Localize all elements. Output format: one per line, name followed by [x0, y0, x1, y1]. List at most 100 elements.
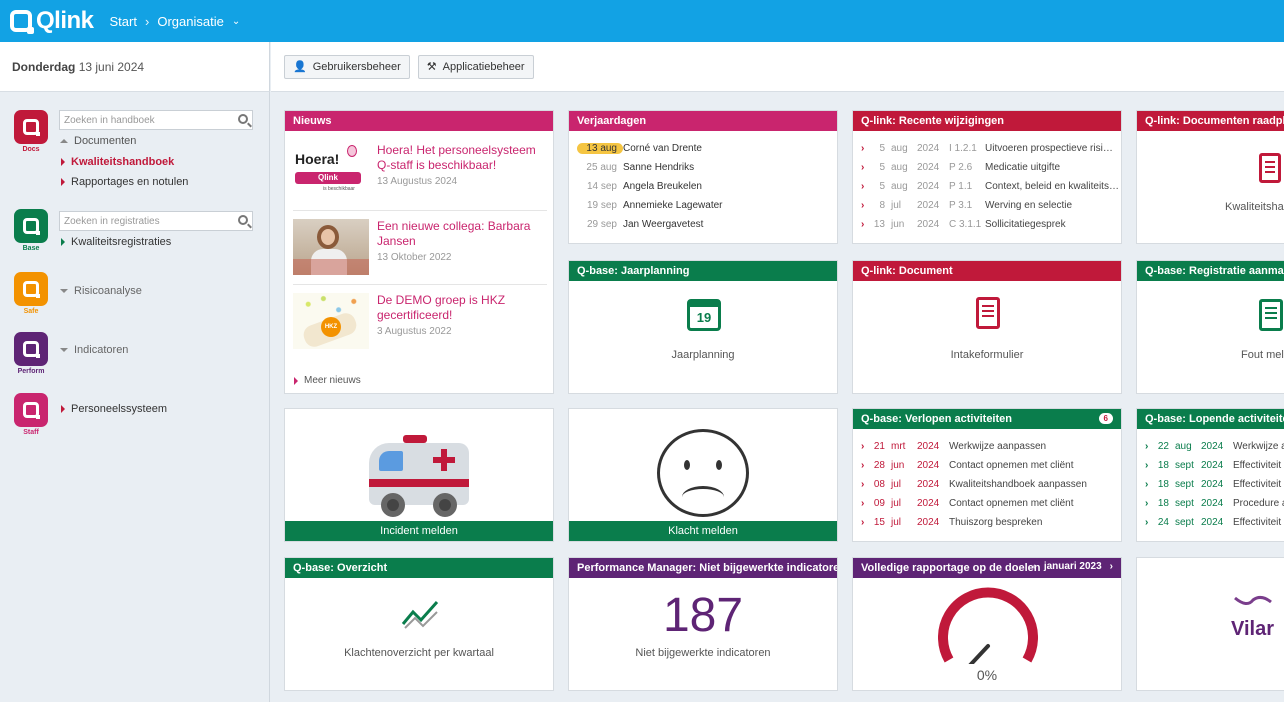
news-item-title[interactable]: De DEMO groep is HKZ gecertificeerd!	[377, 293, 549, 323]
incident-button[interactable]: Incident melden	[285, 521, 553, 541]
next-month-icon[interactable]: ›	[1110, 561, 1113, 572]
perform-module-label: Perform	[17, 368, 45, 375]
vilans-card[interactable]: Vilar	[1136, 557, 1284, 691]
complaint-button[interactable]: Klacht melden	[569, 521, 837, 541]
activity-row[interactable]: › 5 aug 2024 P 1.1 Context, beleid en kwalite…	[861, 177, 1119, 196]
nav-kwaliteitsregistraties[interactable]: Kwaliteitsregistraties	[61, 236, 171, 248]
row-month: aug	[891, 181, 908, 192]
activity-row[interactable]: › 22 aug 2024 Werkwijze aa	[1145, 437, 1284, 456]
staff-module-icon[interactable]	[14, 393, 48, 427]
registratie-card[interactable]: Q-base: Registratie aanmaken Fout mel	[1136, 260, 1284, 394]
perform-module-icon[interactable]	[14, 332, 48, 366]
complaint-card[interactable]: Klacht melden	[568, 408, 838, 542]
search-handbook-input[interactable]: Zoeken in handboek	[59, 110, 253, 130]
row-day: 21	[873, 441, 885, 452]
activity-row[interactable]: › 13 jun 2024 C 3.1.1 Sollicitatiegesprek	[861, 215, 1119, 234]
nav-rapportages[interactable]: Rapportages en notulen	[61, 176, 188, 188]
news-item-date: 3 Augustus 2022	[377, 326, 452, 337]
news-thumb-qstaff: Hoera! Qlink is beschikbaar	[293, 143, 369, 199]
vilans-logo-text: Vilar	[1231, 618, 1274, 640]
nav-indicatoren[interactable]: Indicatoren	[60, 344, 128, 356]
nav-personeelssysteem[interactable]: Personeelssysteem	[61, 403, 167, 415]
activity-row[interactable]: › 5 aug 2024 P 2.6 Medicatie uitgifte	[861, 158, 1119, 177]
docs-consult-title: Q-link: Documenten raadplegen	[1137, 111, 1284, 131]
ambulance-icon	[369, 435, 471, 517]
activity-row[interactable]: › 5 aug 2024 I 1.2.1 Uitvoeren prospectieve r…	[861, 139, 1119, 158]
activity-row[interactable]: › 18 sept 2024 Effectiviteit va	[1145, 475, 1284, 494]
incident-card[interactable]: Incident melden	[284, 408, 554, 542]
notepad-icon	[1259, 299, 1283, 331]
news-item[interactable]: HKZ De DEMO groep is HKZ gecertificeerd!…	[293, 293, 549, 349]
activity-row[interactable]: › 24 sept 2024 Effectiviteit va	[1145, 513, 1284, 532]
running-activities-title: Q-base: Lopende activiteiten	[1137, 409, 1284, 429]
row-text: Contact opnemen met cliënt	[949, 498, 1074, 509]
brand-name: Qlink	[36, 7, 94, 34]
birthday-month: sep	[600, 219, 617, 230]
arrow-right-icon: ›	[861, 143, 865, 154]
docs-module-icon[interactable]	[14, 110, 48, 144]
row-month: sept	[1175, 479, 1194, 490]
search-registraties-input[interactable]: Zoeken in registraties	[59, 211, 253, 231]
activity-row[interactable]: › 8 jul 2024 P 3.1 Werving en selectie	[861, 196, 1119, 215]
activity-row[interactable]: › 18 sept 2024 Procedure aa	[1145, 494, 1284, 513]
safe-module-icon[interactable]	[14, 272, 48, 306]
nav-documenten[interactable]: Documenten	[60, 135, 136, 147]
expired-activities-header: Q-base: Verlopen activiteiten 6	[853, 409, 1121, 429]
search-handbook-placeholder: Zoeken in handboek	[64, 114, 155, 126]
overview-label: Klachtenoverzicht per kwartaal	[344, 647, 494, 659]
chevron-down-icon[interactable]: ⌄	[232, 16, 240, 27]
news-item[interactable]: Een nieuwe collega: Barbara Jansen 13 Okt…	[293, 219, 549, 275]
row-day: 5	[879, 143, 885, 154]
docs-consult-card[interactable]: Q-link: Documenten raadplegen Kwaliteits…	[1136, 110, 1284, 244]
news-item-title[interactable]: Een nieuwe collega: Barbara Jansen	[377, 219, 549, 249]
row-day: 18	[1157, 460, 1169, 471]
chevron-right-icon: ›	[144, 13, 150, 29]
row-day: 5	[879, 162, 885, 173]
row-year: 2024	[917, 441, 940, 452]
nav-kwaliteitsregistraties-label: Kwaliteitsregistraties	[71, 236, 172, 248]
news-thumb-hkz: HKZ	[293, 293, 369, 349]
news-item[interactable]: Hoera! Qlink is beschikbaar Hoera! Het p…	[293, 143, 549, 199]
nav-start[interactable]: Start	[110, 14, 137, 29]
news-item-title[interactable]: Hoera! Het personeelsysteem Q-staff is b…	[377, 143, 549, 173]
nav-kwaliteitshandboek[interactable]: Kwaliteitshandboek	[61, 156, 174, 168]
overview-card[interactable]: Q-base: Overzicht Klachtenoverzicht per …	[284, 557, 554, 691]
apps-button[interactable]: ⚒ Applicatiebeheer	[417, 54, 534, 79]
nav-organisatie[interactable]: Organisatie	[157, 14, 223, 29]
activity-row[interactable]: › 28 jun 2024 Contact opnemen met cliënt	[861, 456, 1087, 475]
activity-row[interactable]: › 15 jul 2024 Thuiszorg bespreken	[861, 513, 1087, 532]
tools-icon: ⚒	[426, 61, 437, 73]
birthday-day: 14	[586, 181, 599, 192]
row-day: 24	[1157, 517, 1169, 528]
chevron-down-icon	[60, 289, 68, 293]
performance-title: Performance Manager: Niet bijgewerkte in…	[569, 558, 837, 578]
jaarplanning-card[interactable]: Q-base: Jaarplanning 19 Jaarplanning	[568, 260, 838, 394]
activity-row[interactable]: › 21 mrt 2024 Werkwijze aanpassen	[861, 437, 1087, 456]
row-text: Werkwijze aanpassen	[949, 441, 1047, 452]
row-text: Werkwijze aa	[1233, 441, 1284, 452]
birthday-row: 13 aug Corné van Drente	[577, 139, 723, 158]
search-reg-placeholder: Zoeken in registraties	[64, 215, 160, 227]
arrow-right-icon: ›	[1145, 498, 1149, 509]
arrow-right-icon	[61, 238, 65, 246]
qlink-logo[interactable]: Qlink	[10, 7, 94, 35]
row-code: I 1.2.1	[949, 143, 977, 154]
activity-row[interactable]: › 18 sept 2024 Effectiviteit va	[1145, 456, 1284, 475]
document-card[interactable]: Q-link: Document Intakeformulier	[852, 260, 1122, 394]
search-icon[interactable]	[238, 215, 248, 225]
users-button[interactable]: 👤 Gebruikersbeheer	[284, 54, 410, 79]
date-display: Donderdag 13 juni 2024	[0, 42, 270, 92]
prev-month-icon[interactable]: ‹	[1033, 561, 1036, 572]
activity-row[interactable]: › 08 jul 2024 Kwaliteitshandboek aanpassen	[861, 475, 1087, 494]
arrow-right-icon: ›	[861, 498, 865, 509]
arrow-right-icon: ›	[1145, 460, 1149, 471]
document-icon	[1259, 153, 1281, 183]
search-icon[interactable]	[238, 114, 248, 124]
thumb-qlink-badge: Qlink	[295, 172, 361, 184]
activity-row[interactable]: › 09 jul 2024 Contact opnemen met cliënt	[861, 494, 1087, 513]
more-news-link[interactable]: Meer nieuws	[294, 375, 361, 386]
row-month: jul	[891, 498, 902, 509]
nav-risicoanalyse[interactable]: Risicoanalyse	[60, 285, 142, 297]
performance-card[interactable]: Performance Manager: Niet bijgewerkte in…	[568, 557, 838, 691]
base-module-icon[interactable]	[14, 209, 48, 243]
